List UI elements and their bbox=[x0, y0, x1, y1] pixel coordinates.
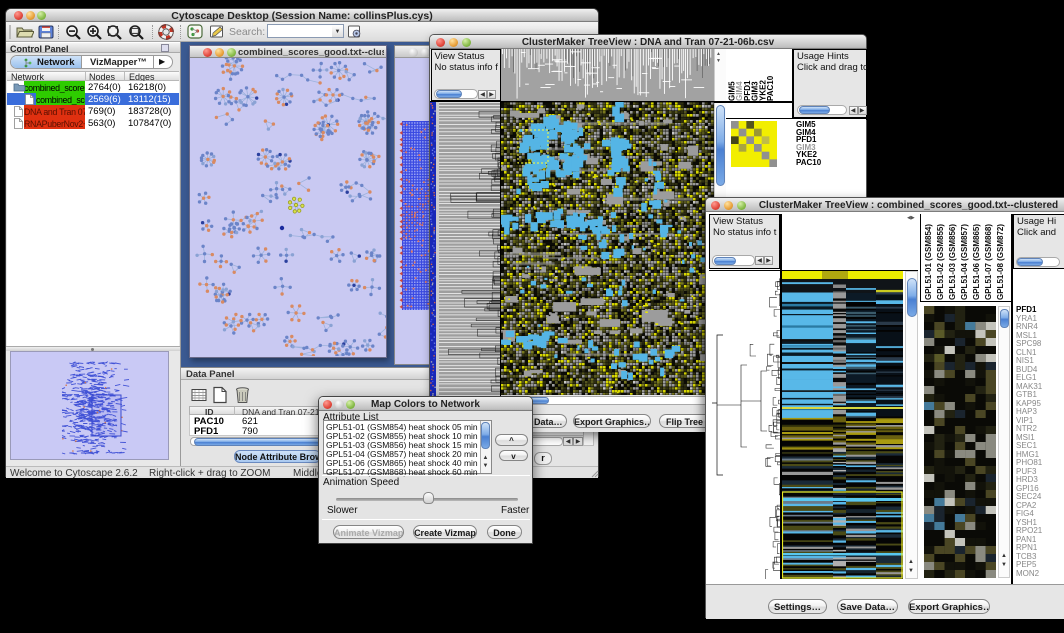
svg-text:GPL51-02 (GSM855): GPL51-02 (GSM855) bbox=[936, 224, 945, 300]
svg-text:GPL51-01 (GSM854): GPL51-01 (GSM854) bbox=[924, 224, 933, 300]
svg-text:PAC10: PAC10 bbox=[766, 75, 775, 101]
svg-text:GPL51-08 (GSM872): GPL51-08 (GSM872) bbox=[996, 224, 1005, 300]
svg-text:GPL51-07 (GSM868): GPL51-07 (GSM868) bbox=[984, 224, 993, 300]
svg-text:GPL51-04 (GSM857): GPL51-04 (GSM857) bbox=[960, 224, 969, 300]
svg-text:GPL51-06 (GSM865): GPL51-06 (GSM865) bbox=[972, 224, 981, 300]
svg-text:GPL51-03 (GSM856): GPL51-03 (GSM856) bbox=[948, 224, 957, 300]
